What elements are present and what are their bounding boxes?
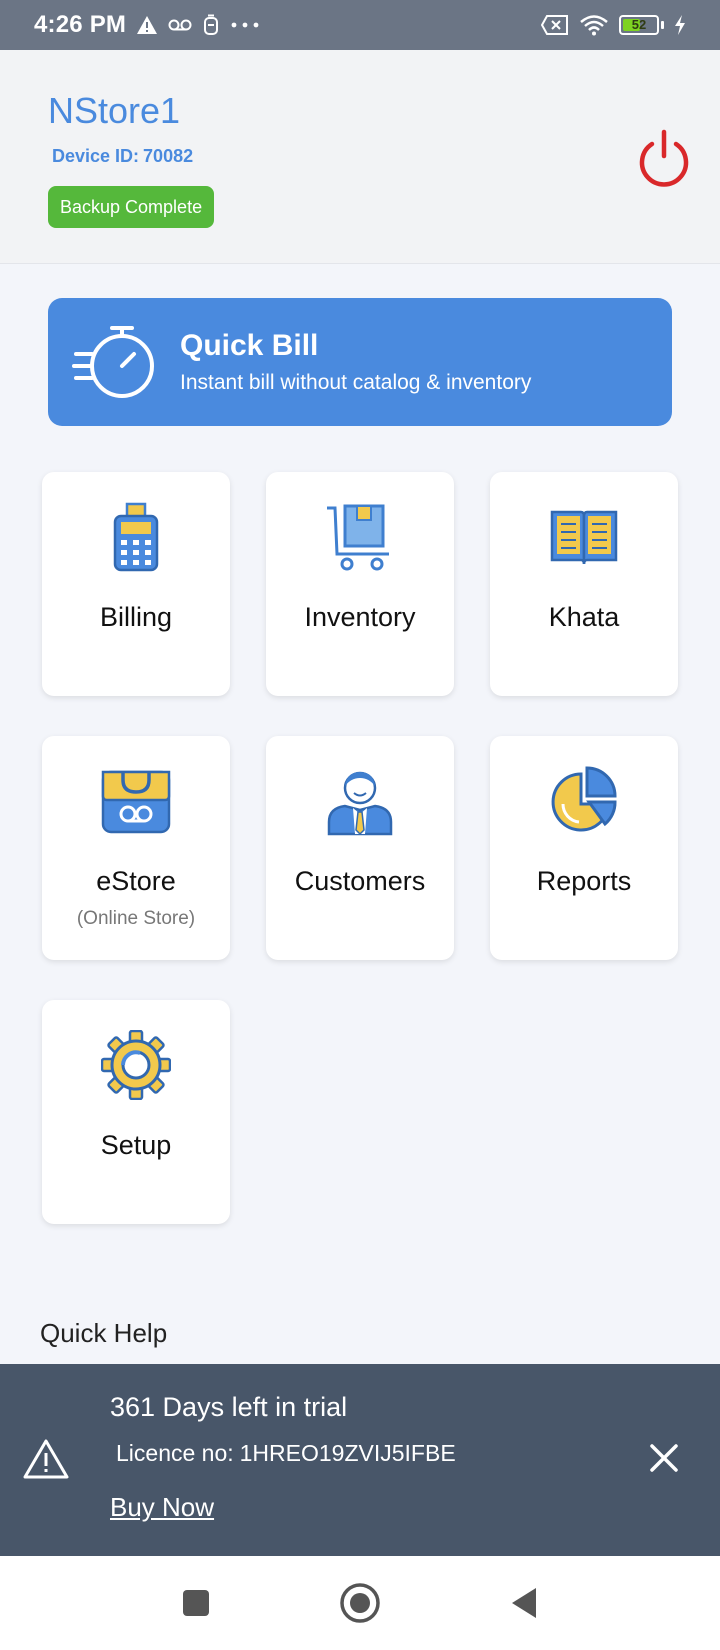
quick-help-heading: Quick Help (40, 1318, 168, 1348)
battery-level: 52 (631, 17, 647, 32)
device-id: Device ID: 70082 (48, 146, 193, 167)
trial-days-left: 361 Days left in trial (110, 1392, 348, 1422)
quick-bill-button[interactable]: Quick Bill Instant bill without catalog … (48, 298, 672, 426)
status-bar: 4:26 PM 52 (0, 0, 720, 50)
tile-setup[interactable]: Setup (42, 1000, 230, 1224)
tile-estore[interactable]: eStore (Online Store) (42, 736, 230, 960)
back-button[interactable] (502, 1581, 546, 1625)
tile-label: Reports (536, 866, 632, 896)
recents-button[interactable] (174, 1581, 218, 1625)
wifi-icon (580, 15, 608, 36)
power-icon[interactable] (632, 126, 696, 190)
warning-icon (23, 1439, 69, 1479)
home-button[interactable] (338, 1581, 382, 1625)
circle-icon (340, 1583, 380, 1623)
customer-person-icon (327, 771, 393, 836)
more-icon (231, 22, 259, 28)
close-icon[interactable] (646, 1440, 682, 1476)
device-id-label: Device ID: (52, 146, 140, 166)
trial-banner: 361 Days left in trial Licence no: 1HREO1… (0, 1364, 720, 1556)
licence-value: 1HREO19ZVIJ5IFBE (239, 1440, 456, 1466)
ledger-book-icon (550, 510, 618, 565)
licence-number: Licence no: 1HREO19ZVIJ5IFBE (110, 1440, 456, 1467)
battery-icon: 52 (619, 15, 664, 35)
tile-sublabel: (Online Store) (76, 908, 196, 929)
status-time: 4:26 PM (34, 11, 127, 38)
shopping-bag-icon (101, 770, 171, 834)
quick-bill-title: Quick Bill (180, 329, 319, 362)
back-triangle-icon (512, 1588, 536, 1618)
pie-chart-icon (551, 766, 617, 832)
tile-inventory[interactable]: Inventory (266, 472, 454, 696)
gear-icon (101, 1030, 171, 1100)
tile-label: Billing (99, 602, 173, 632)
system-nav-bar (0, 1556, 720, 1650)
licence-label: Licence no: (116, 1440, 234, 1466)
tile-label: Customers (294, 866, 426, 896)
charging-icon (675, 15, 685, 35)
vpn-icon (204, 14, 219, 35)
tile-billing[interactable]: Billing (42, 472, 230, 696)
tile-customers[interactable]: Customers (266, 736, 454, 960)
tile-label: Inventory (304, 602, 416, 632)
sim-off-icon (541, 15, 568, 35)
buy-now-link[interactable]: Buy Now (110, 1492, 214, 1523)
tile-label: Setup (100, 1130, 172, 1160)
tile-label: Khata (548, 602, 620, 632)
voicemail-icon (168, 19, 192, 31)
inventory-cart-icon (327, 504, 389, 571)
tile-reports[interactable]: Reports (490, 736, 678, 960)
billing-machine-icon (113, 502, 159, 572)
square-icon (183, 1590, 209, 1616)
device-id-value: 70082 (143, 146, 194, 166)
quick-bill-subtitle: Instant bill without catalog & inventory (180, 371, 532, 394)
tile-label: eStore (96, 866, 176, 896)
store-header: NStore1 Device ID: 70082 Backup Complete (0, 50, 720, 264)
stopwatch-speed-icon (72, 326, 154, 398)
backup-status-badge: Backup Complete (48, 186, 215, 228)
store-name: NStore1 (48, 90, 181, 131)
warning-icon (137, 16, 158, 34)
tile-khata[interactable]: Khata (490, 472, 678, 696)
